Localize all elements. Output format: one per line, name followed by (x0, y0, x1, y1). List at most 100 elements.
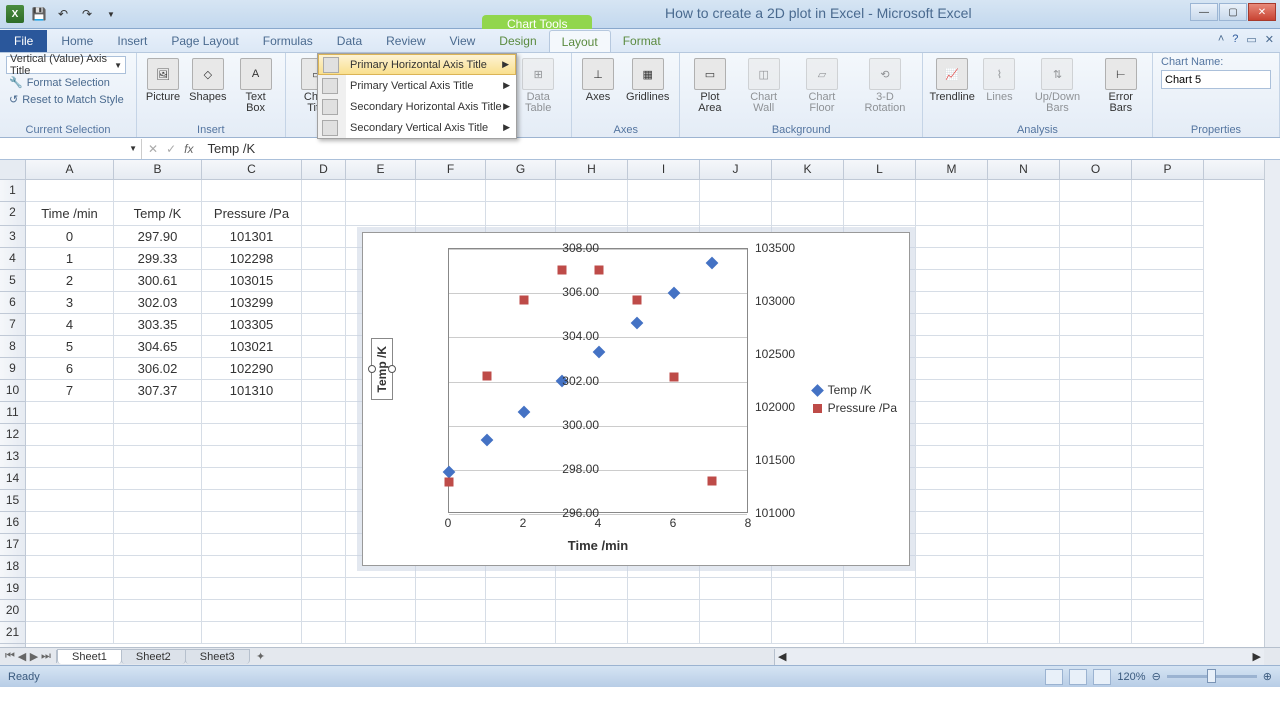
cell-M2[interactable] (916, 202, 988, 226)
cell-O1[interactable] (1060, 180, 1132, 202)
cell-M14[interactable] (916, 468, 988, 490)
formula-input[interactable]: Temp /K (201, 141, 255, 156)
cell-O19[interactable] (1060, 578, 1132, 600)
data-point[interactable] (557, 266, 566, 275)
cell-C8[interactable]: 103021 (202, 336, 302, 358)
cell-E19[interactable] (346, 578, 416, 600)
cell-C19[interactable] (202, 578, 302, 600)
cell-H20[interactable] (556, 600, 628, 622)
row-header-21[interactable]: 21 (0, 622, 25, 644)
cell-C12[interactable] (202, 424, 302, 446)
cell-M1[interactable] (916, 180, 988, 202)
col-header-M[interactable]: M (916, 160, 988, 179)
close-workbook-icon[interactable]: ✕ (1265, 33, 1274, 46)
rotation-button[interactable]: ⟲3-D Rotation (854, 56, 916, 116)
cell-O10[interactable] (1060, 380, 1132, 402)
cell-G1[interactable] (486, 180, 556, 202)
cell-C5[interactable]: 103015 (202, 270, 302, 292)
fx-icon[interactable]: fx (184, 142, 193, 156)
cell-E1[interactable] (346, 180, 416, 202)
cell-K19[interactable] (772, 578, 844, 600)
cell-F2[interactable] (416, 202, 486, 226)
menu-secondary-vertical[interactable]: Secondary Vertical Axis Title▶ (318, 117, 516, 138)
cell-A1[interactable] (26, 180, 114, 202)
cell-H19[interactable] (556, 578, 628, 600)
cell-D14[interactable] (302, 468, 346, 490)
embedded-chart[interactable]: Temp /K Time /min Temp /K Pressure /Pa 2… (362, 232, 910, 566)
cell-F19[interactable] (416, 578, 486, 600)
cell-O9[interactable] (1060, 358, 1132, 380)
sheet-tab-sheet3[interactable]: Sheet3 (185, 649, 250, 664)
cell-P6[interactable] (1132, 292, 1204, 314)
row-header-6[interactable]: 6 (0, 292, 25, 314)
cell-M5[interactable] (916, 270, 988, 292)
zoom-level[interactable]: 120% (1117, 671, 1145, 683)
normal-view-icon[interactable] (1045, 669, 1063, 685)
cell-B16[interactable] (114, 512, 202, 534)
cell-P3[interactable] (1132, 226, 1204, 248)
cell-C13[interactable] (202, 446, 302, 468)
cell-A17[interactable] (26, 534, 114, 556)
cell-D10[interactable] (302, 380, 346, 402)
cell-M21[interactable] (916, 622, 988, 644)
cell-P11[interactable] (1132, 402, 1204, 424)
data-point[interactable] (518, 406, 531, 419)
cell-C1[interactable] (202, 180, 302, 202)
plot-area-button[interactable]: ▭Plot Area (686, 56, 733, 116)
cell-E2[interactable] (346, 202, 416, 226)
qat-dropdown-icon[interactable]: ▼ (100, 3, 122, 25)
gridlines-button[interactable]: ▦Gridlines (622, 56, 673, 105)
row-header-4[interactable]: 4 (0, 248, 25, 270)
row-header-11[interactable]: 11 (0, 402, 25, 424)
cell-N19[interactable] (988, 578, 1060, 600)
cell-D20[interactable] (302, 600, 346, 622)
cell-L21[interactable] (844, 622, 916, 644)
cell-B8[interactable]: 304.65 (114, 336, 202, 358)
cell-I1[interactable] (628, 180, 700, 202)
cell-B11[interactable] (114, 402, 202, 424)
cell-A16[interactable] (26, 512, 114, 534)
cell-J2[interactable] (700, 202, 772, 226)
restore-window-icon[interactable]: ▭ (1246, 33, 1256, 46)
tab-formulas[interactable]: Formulas (251, 30, 325, 52)
cell-P4[interactable] (1132, 248, 1204, 270)
cell-K1[interactable] (772, 180, 844, 202)
excel-app-icon[interactable]: X (4, 3, 26, 25)
cell-M4[interactable] (916, 248, 988, 270)
cell-H1[interactable] (556, 180, 628, 202)
cell-C10[interactable]: 101310 (202, 380, 302, 402)
cell-A3[interactable]: 0 (26, 226, 114, 248)
cell-C7[interactable]: 103305 (202, 314, 302, 336)
cell-L2[interactable] (844, 202, 916, 226)
data-point[interactable] (480, 434, 493, 447)
tab-data[interactable]: Data (325, 30, 374, 52)
cell-C16[interactable] (202, 512, 302, 534)
row-header-9[interactable]: 9 (0, 358, 25, 380)
cell-O15[interactable] (1060, 490, 1132, 512)
undo-icon[interactable]: ↶ (52, 3, 74, 25)
row-header-20[interactable]: 20 (0, 600, 25, 622)
cell-L20[interactable] (844, 600, 916, 622)
cell-D6[interactable] (302, 292, 346, 314)
cell-M8[interactable] (916, 336, 988, 358)
col-header-I[interactable]: I (628, 160, 700, 179)
col-header-D[interactable]: D (302, 160, 346, 179)
cell-O16[interactable] (1060, 512, 1132, 534)
cell-G20[interactable] (486, 600, 556, 622)
cell-M20[interactable] (916, 600, 988, 622)
cell-L1[interactable] (844, 180, 916, 202)
cell-P17[interactable] (1132, 534, 1204, 556)
cell-N8[interactable] (988, 336, 1060, 358)
cell-B9[interactable]: 306.02 (114, 358, 202, 380)
col-header-F[interactable]: F (416, 160, 486, 179)
zoom-in-icon[interactable]: ⊕ (1263, 670, 1272, 683)
file-tab[interactable]: File (0, 30, 47, 52)
cell-A7[interactable]: 4 (26, 314, 114, 336)
cell-N13[interactable] (988, 446, 1060, 468)
reset-style-button[interactable]: ↺Reset to Match Style (6, 91, 130, 108)
cell-O11[interactable] (1060, 402, 1132, 424)
cell-N15[interactable] (988, 490, 1060, 512)
cell-O12[interactable] (1060, 424, 1132, 446)
help-icon[interactable]: ? (1232, 33, 1238, 46)
cell-I20[interactable] (628, 600, 700, 622)
